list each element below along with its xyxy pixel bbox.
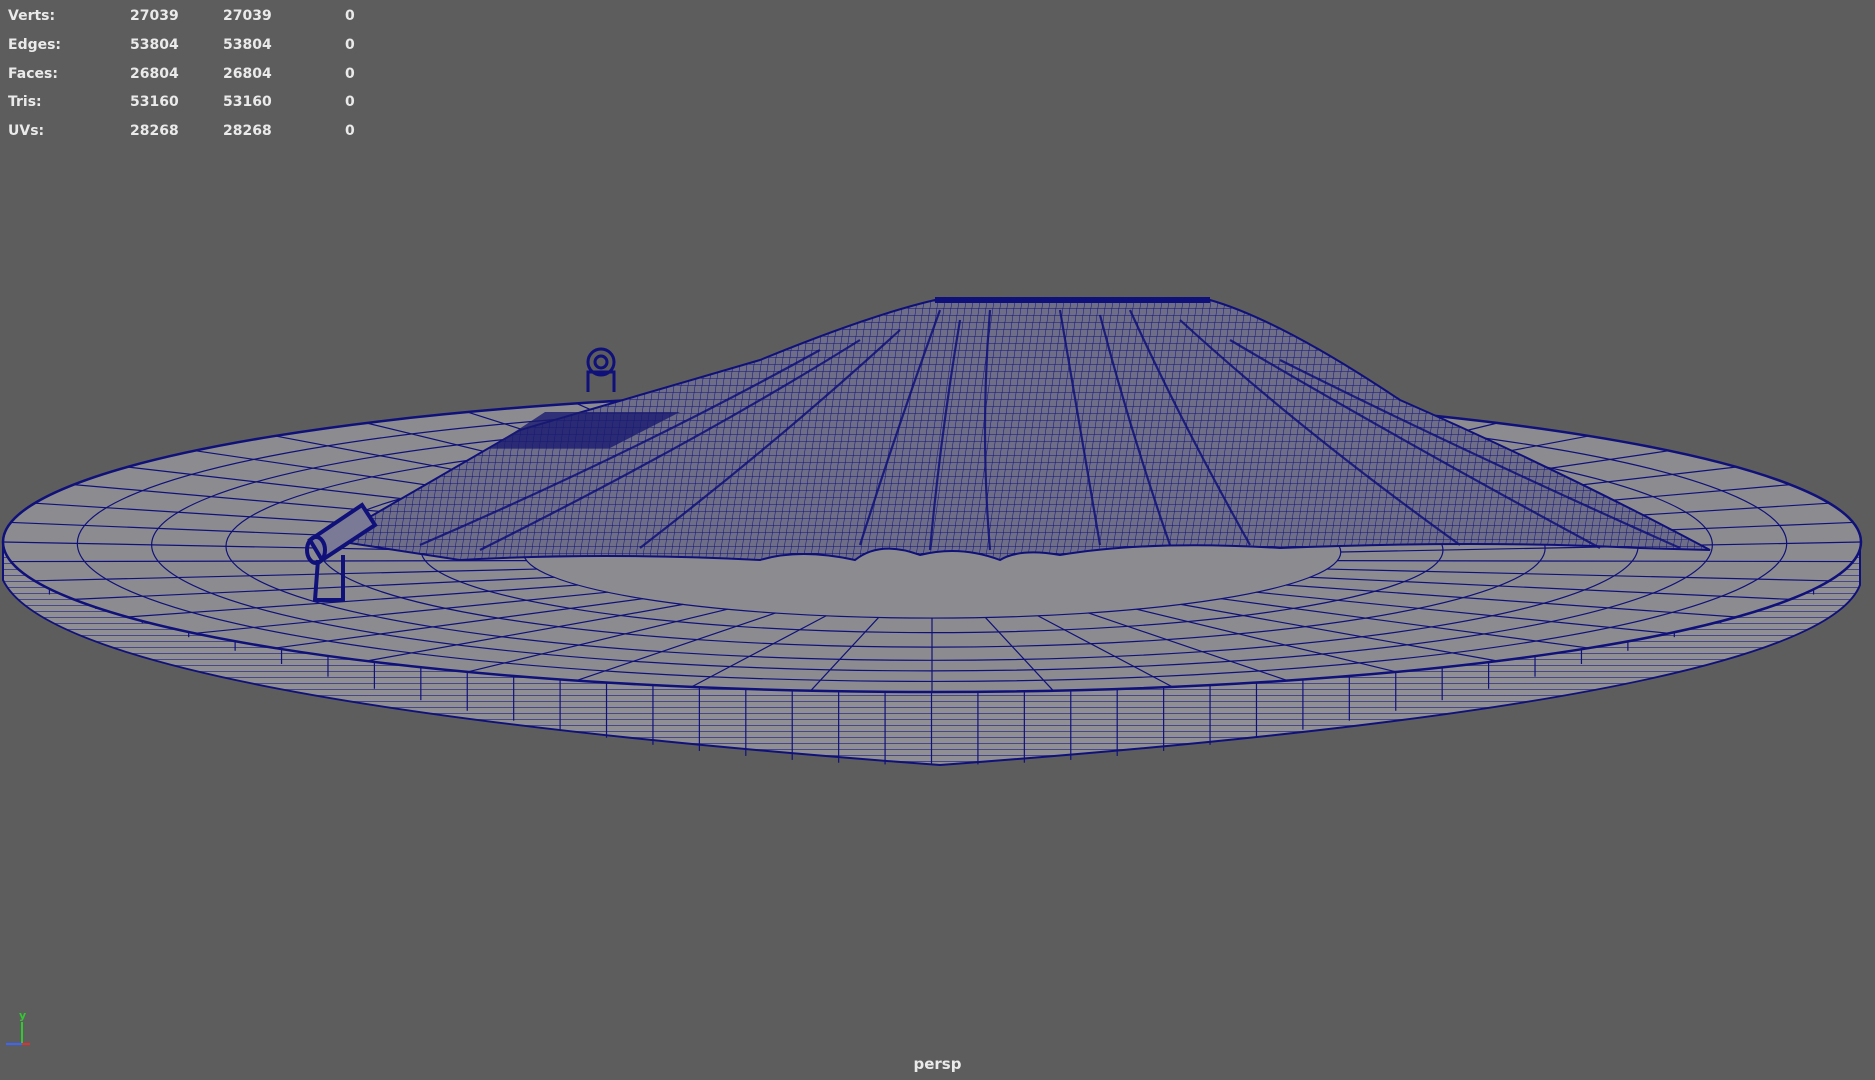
hud-value-count: 0 xyxy=(345,65,355,82)
hud-value-selected: 26804 xyxy=(223,65,272,82)
hud-value-total: 28268 xyxy=(130,123,179,140)
hud-value-total: 53804 xyxy=(130,37,179,54)
axis-gizmo-icon: y xyxy=(4,1008,34,1048)
hud-label: Faces: xyxy=(8,65,58,82)
hud-value-count: 0 xyxy=(345,8,355,25)
hud-row-faces: Faces: 26804 26804 0 xyxy=(8,59,369,88)
poly-count-hud: Verts: 27039 27039 0 Edges: 53804 53804 … xyxy=(8,2,369,145)
hud-row-edges: Edges: 53804 53804 0 xyxy=(8,31,369,60)
hud-value-count: 0 xyxy=(345,37,355,54)
hud-label: UVs: xyxy=(8,123,45,140)
viewport-persp[interactable]: Verts: 27039 27039 0 Edges: 53804 53804 … xyxy=(0,0,1875,1080)
camera-name-label: persp xyxy=(913,1055,962,1073)
hud-value-total: 53160 xyxy=(130,94,179,111)
hud-value-count: 0 xyxy=(345,94,355,111)
hud-label: Verts: xyxy=(8,8,56,25)
hud-row-verts: Verts: 27039 27039 0 xyxy=(8,2,369,31)
hud-label: Edges: xyxy=(8,37,62,54)
spot-light-back xyxy=(586,347,616,392)
hud-value-selected: 53160 xyxy=(223,94,272,111)
hud-row-uvs: UVs: 28268 28268 0 xyxy=(8,117,369,146)
hud-value-total: 26804 xyxy=(130,65,179,82)
hud-label: Tris: xyxy=(8,94,42,111)
hud-value-count: 0 xyxy=(345,123,355,140)
hud-row-tris: Tris: 53160 53160 0 xyxy=(8,88,369,117)
hud-value-selected: 28268 xyxy=(223,123,272,140)
axis-y-label: y xyxy=(19,1009,27,1022)
hud-value-total: 27039 xyxy=(130,8,179,25)
hud-value-selected: 53804 xyxy=(223,37,272,54)
scene-wireframe[interactable] xyxy=(0,0,1875,1080)
hud-value-selected: 27039 xyxy=(223,8,272,25)
